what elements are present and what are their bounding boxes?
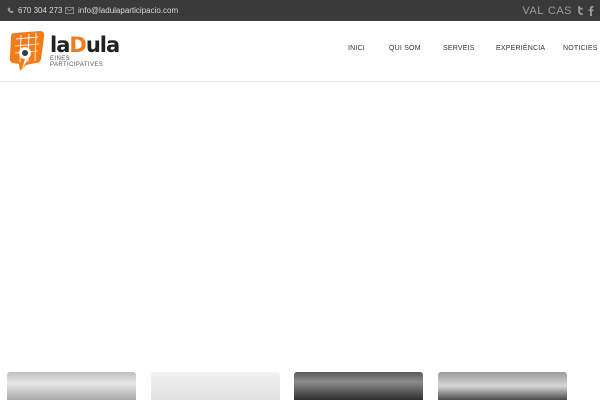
thumbnail-image[interactable]: [438, 372, 567, 400]
logo-tagline: EINES PARTICIPATIVES: [50, 56, 104, 68]
top-bar: 670 304 273 info@ladulaparticipacio.com …: [0, 0, 600, 21]
logo-wordmark: laDula: [50, 33, 120, 57]
email-address: info@ladulaparticipacio.com: [78, 6, 179, 15]
language-cas-link[interactable]: CAS: [548, 5, 572, 17]
logo-mark-icon: [8, 29, 46, 78]
nav-item-inici[interactable]: INICI: [348, 45, 365, 52]
thumbnail-image[interactable]: [151, 372, 280, 400]
facebook-icon[interactable]: [588, 0, 594, 21]
thumbnail-image[interactable]: [294, 372, 423, 400]
logo-text: laDula EINES PARTICIPATIVES: [50, 33, 120, 68]
email-contact[interactable]: info@ladulaparticipacio.com: [65, 0, 178, 21]
envelope-icon: [65, 7, 74, 14]
thumbnail-image[interactable]: [7, 372, 136, 400]
nav-item-noticies[interactable]: NOTICIES: [563, 45, 598, 52]
nav-item-serveis[interactable]: SERVEIS: [443, 45, 475, 52]
phone-number: 670 304 273: [18, 6, 63, 15]
thumbnail-row: [0, 372, 600, 400]
phone-icon: [7, 7, 14, 14]
language-val-link[interactable]: VAL: [522, 5, 543, 17]
twitter-icon[interactable]: [576, 0, 584, 21]
site-header: laDula EINES PARTICIPATIVES INICI QUI SO…: [0, 21, 600, 82]
nav-item-qui-som[interactable]: QUI SOM: [389, 45, 421, 52]
site-logo[interactable]: laDula EINES PARTICIPATIVES: [8, 29, 120, 78]
nav-item-experiencia[interactable]: EXPERIÈNCIA: [496, 45, 545, 52]
hero-area: [0, 82, 600, 372]
phone-contact[interactable]: 670 304 273: [7, 0, 63, 21]
language-social-group: VAL CAS: [522, 0, 594, 21]
